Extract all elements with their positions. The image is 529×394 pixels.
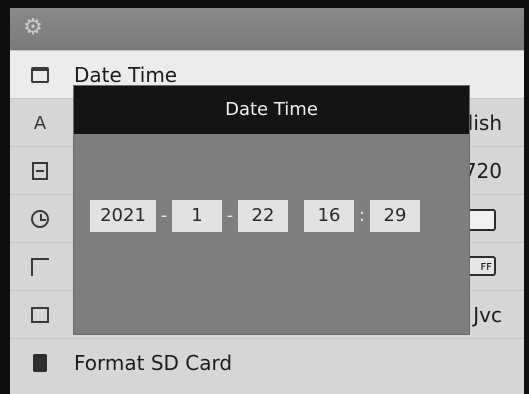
menu-item-format-sd-card[interactable]: Format SD Card: [10, 338, 524, 387]
film-icon: [28, 159, 52, 183]
dialog-title: Date Time: [225, 99, 318, 120]
day-field[interactable]: 22: [238, 200, 288, 232]
dialog-header: Date Time: [74, 86, 469, 134]
menu-item-toggle[interactable]: FF: [466, 256, 496, 276]
language-a-icon: A: [33, 112, 47, 134]
menu-item-value: Jvc: [473, 303, 502, 327]
year-field[interactable]: 2021: [90, 200, 156, 232]
sd-card-icon: [28, 351, 52, 375]
camera-icon: [28, 303, 52, 327]
device-screen: ⚙ Date Time A lish 720 FF Jvc Format SD …: [10, 8, 524, 394]
menu-item-value: lish: [467, 111, 502, 135]
calendar-icon: [28, 63, 52, 87]
gear-icon: ⚙: [23, 15, 43, 40]
ruler-icon: [28, 255, 52, 279]
time-separator: :: [358, 205, 366, 226]
clock-icon: [28, 207, 52, 231]
menu-item-label: Format SD Card: [74, 351, 233, 375]
date-separator: -: [160, 205, 168, 226]
menu-item-label: Date Time: [74, 63, 178, 87]
month-field[interactable]: 1: [172, 200, 222, 232]
date-time-dialog: Date Time 2021 - 1 - 22 16 : 29: [74, 86, 469, 334]
hour-field[interactable]: 16: [304, 200, 354, 232]
date-separator: -: [226, 205, 234, 226]
menu-item-value: 720: [463, 159, 502, 183]
settings-topbar: ⚙: [10, 8, 524, 50]
minute-field[interactable]: 29: [370, 200, 420, 232]
